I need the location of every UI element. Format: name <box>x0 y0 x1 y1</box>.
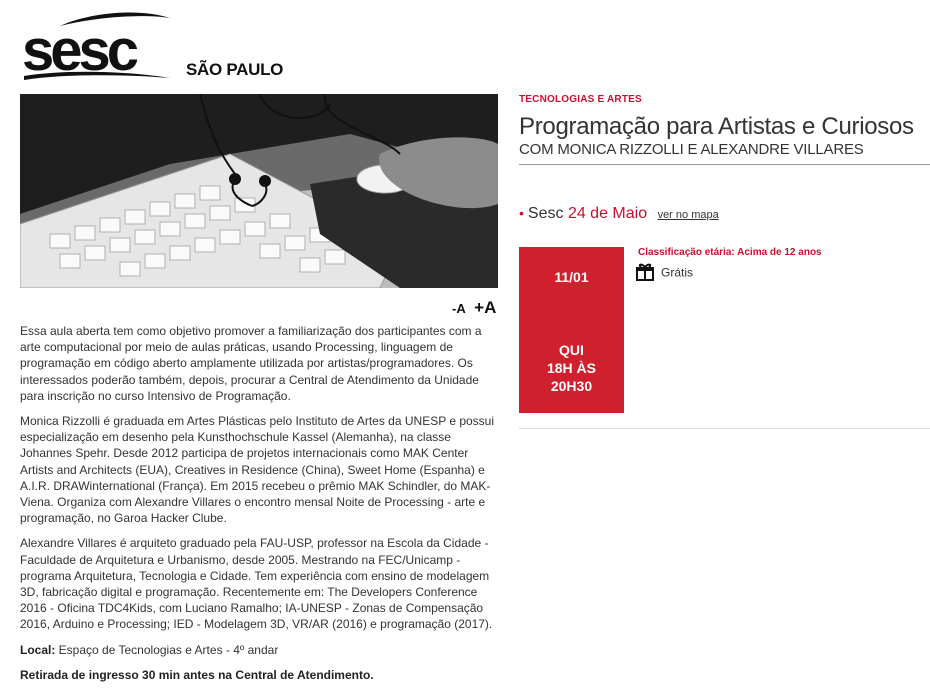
gift-icon <box>635 263 655 284</box>
session-date: 11/01 <box>554 269 589 285</box>
earbud-icon <box>259 175 271 187</box>
description-paragraph-3: Alexandre Villares é arquiteto graduado … <box>20 536 493 632</box>
location-label: Local: <box>20 642 56 657</box>
bullet-icon: • <box>519 205 524 221</box>
session-end: 20H30 <box>550 378 593 394</box>
price-value: Grátis <box>661 265 694 280</box>
event-category[interactable]: TECNOLOGIAS E ARTES <box>519 94 930 105</box>
price-line: Grátis <box>635 263 693 284</box>
event-description: Essa aula aberta tem como objetivo promo… <box>20 323 498 692</box>
schedule-divider <box>519 428 930 429</box>
session-start: 18H ÀS <box>546 360 597 376</box>
session-time: QUI 18H ÀS 20H30 <box>519 341 624 395</box>
sesc-logo[interactable]: sesc SÃO PAULO <box>20 8 284 83</box>
ticket-notice: Retirada de ingresso 30 min antes na Cen… <box>20 667 374 682</box>
decrease-font-button[interactable]: -A <box>452 301 466 316</box>
font-size-controls: -A +A <box>452 298 496 318</box>
event-title: Programação para Artistas e Curiosos <box>519 113 914 140</box>
venue-line: • Sesc 24 de Maio ver no mapa <box>519 205 930 223</box>
session-weekday: QUI <box>559 342 584 358</box>
venue-unit[interactable]: 24 de Maio <box>568 205 647 222</box>
age-classification: Classificação etária: Acima de 12 anos <box>638 247 822 258</box>
venue-name: Sesc <box>527 205 564 222</box>
hero-image <box>20 94 498 288</box>
schedule-block: 11/01 QUI 18H ÀS 20H30 Classificação etá… <box>519 247 930 429</box>
logo-wordmark: sesc <box>22 18 139 83</box>
event-header: TECNOLOGIAS E ARTES Programação para Art… <box>519 94 930 223</box>
description-paragraph-1: Essa aula aberta tem como objetivo promo… <box>20 324 482 403</box>
earbud-icon <box>229 173 241 185</box>
description-paragraph-2: Monica Rizzolli é graduada em Artes Plás… <box>20 414 495 526</box>
location-line: Local: Espaço de Tecnologias e Artes - 4… <box>20 642 498 658</box>
increase-font-button[interactable]: +A <box>474 298 496 317</box>
event-subtitle: COM MONICA RIZZOLLI E ALEXANDRE VILLARES <box>519 141 930 165</box>
location-value: Espaço de Tecnologias e Artes - 4º andar <box>55 642 279 657</box>
session-box: 11/01 QUI 18H ÀS 20H30 <box>519 247 624 413</box>
logo-city: SÃO PAULO <box>186 60 284 79</box>
map-link[interactable]: ver no mapa <box>658 209 719 221</box>
